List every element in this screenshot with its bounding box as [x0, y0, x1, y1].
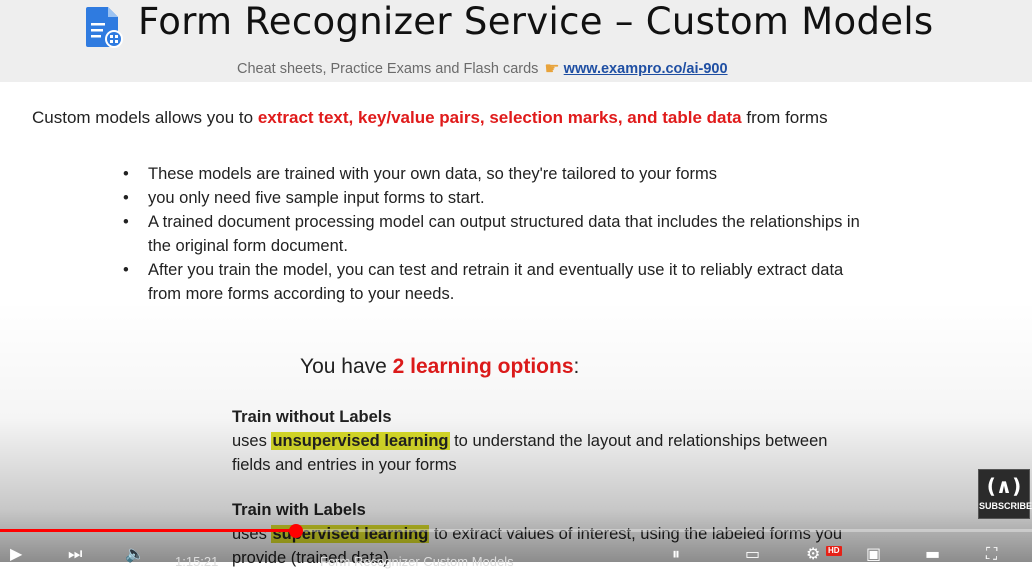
option-prefix: uses [232, 432, 267, 450]
options-prefix: You have [300, 355, 387, 378]
bullet-text: After you train the model, you can test … [148, 261, 844, 303]
settings-gear-icon[interactable]: ⚙ [806, 546, 820, 562]
list-item: • After you train the model, you can test… [123, 258, 863, 306]
fullscreen-icon[interactable]: ⛶ [986, 546, 997, 562]
bullet-text: you only need five sample input forms to… [148, 189, 485, 207]
slide-title: Form Recognizer Service – Custom Models [138, 0, 934, 43]
hd-badge: HD [826, 546, 842, 556]
list-item: • These models are trained with your own … [123, 162, 863, 186]
captions-icon[interactable]: ▭ [745, 546, 760, 562]
option-highlight: unsupervised learning [271, 432, 450, 450]
progress-bar[interactable] [0, 529, 1032, 532]
bullet-icon: • [123, 213, 129, 231]
option-heading: Train with Labels [232, 501, 366, 519]
intro-prefix: Custom models allows you to [32, 108, 254, 127]
option-body: uses unsupervised learning to understand… [232, 429, 852, 477]
options-highlight: 2 learning options [392, 355, 574, 378]
progress-played [0, 529, 297, 532]
bullet-list: • These models are trained with your own … [123, 162, 863, 306]
options-suffix: : [573, 355, 580, 378]
freecodecamp-logo-icon: (∧) [986, 474, 1022, 498]
bullet-text: A trained document processing model can … [148, 213, 860, 255]
slide-header: Form Recognizer Service – Custom Models … [0, 0, 1032, 82]
bullet-icon: • [123, 189, 129, 207]
subtitle-text: Cheat sheets, Practice Exams and Flash c… [237, 61, 539, 77]
player-controls: ▶ ⏭ 🔈 1:15:21 Form Recognizer Custom Mod… [0, 540, 1032, 570]
option-heading: Train without Labels [232, 408, 392, 426]
option-without-labels: Train without Labels uses unsupervised l… [232, 405, 852, 477]
subscribe-button[interactable]: (∧) SUBSCRIBE [978, 469, 1032, 519]
document-icon [86, 7, 123, 48]
subscribe-label: SUBSCRIBE [979, 501, 1032, 511]
intro-text: Custom models allows you to extract text… [32, 108, 828, 128]
volume-icon[interactable]: 🔈 [125, 546, 145, 562]
bullet-icon: • [123, 165, 129, 183]
exampro-link[interactable]: www.exampro.co/ai-900 [564, 61, 728, 77]
intro-highlight: extract text, key/value pairs, selection… [257, 108, 742, 127]
play-icon[interactable]: ▶ [10, 546, 22, 562]
bullet-text: These models are trained with your own d… [148, 165, 718, 183]
slide: Form Recognizer Service – Custom Models … [0, 0, 1032, 567]
theater-mode-icon[interactable]: ▬ [925, 546, 940, 562]
autoplay-toggle-icon[interactable]: ⏸ [672, 546, 680, 562]
pointing-hand-icon: ☛ [544, 59, 560, 78]
learning-options-heading: You have 2 learning options: [300, 355, 579, 379]
intro-suffix: from forms [746, 108, 828, 127]
miniplayer-icon[interactable]: ▣ [866, 546, 881, 562]
next-icon[interactable]: ⏭ [68, 546, 82, 562]
list-item: • A trained document processing model can… [123, 210, 863, 258]
list-item: • you only need five sample input forms t… [123, 186, 863, 210]
slide-subtitle: Cheat sheets, Practice Exams and Flash c… [237, 59, 728, 79]
bullet-icon: • [123, 261, 129, 279]
